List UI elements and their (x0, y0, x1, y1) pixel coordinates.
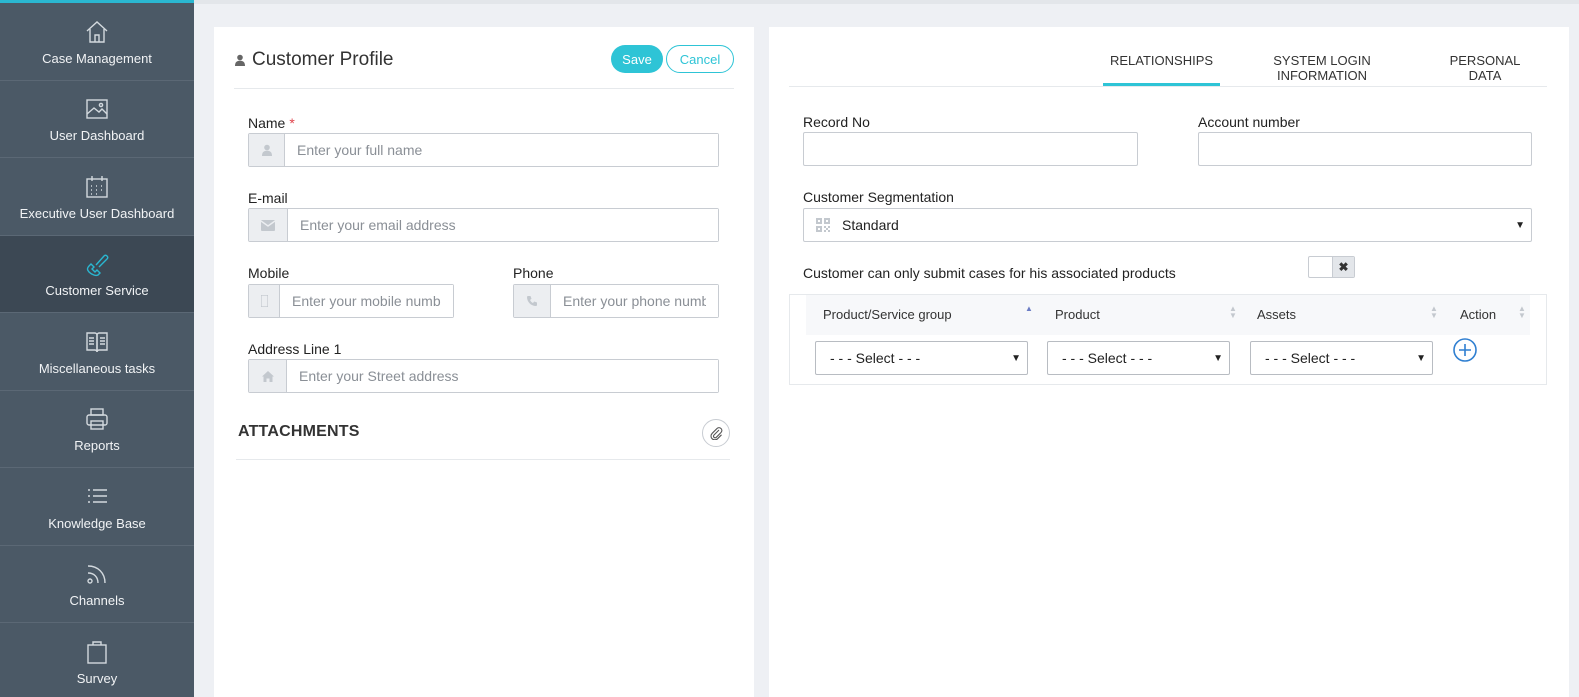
sidebar-item-miscellaneous-tasks[interactable]: Miscellaneous tasks (0, 313, 194, 391)
column-header-assets[interactable]: Assets (1257, 307, 1296, 322)
divider (236, 459, 730, 460)
assoc-products-label: Customer can only submit cases for his a… (803, 265, 1176, 281)
assoc-products-toggle[interactable]: ✖ (1308, 256, 1355, 278)
sidebar-item-case-management[interactable]: Case Management (0, 3, 194, 81)
calendar-icon (84, 172, 110, 202)
caret-down-icon: ▼ (1515, 219, 1525, 231)
add-row-button[interactable] (1452, 337, 1478, 363)
column-header-action: Action (1460, 307, 1497, 322)
sidebar: Case Management User Dashboard Executive… (0, 0, 194, 697)
name-label-text: Name (248, 115, 286, 131)
email-label: E-mail (248, 190, 288, 206)
sidebar-item-knowledge-base[interactable]: Knowledge Base (0, 468, 194, 546)
user-icon (235, 54, 245, 66)
address-label: Address Line 1 (248, 341, 342, 357)
sort-icon[interactable]: ▲ (1025, 305, 1033, 313)
envelope-icon (249, 209, 288, 241)
caret-down-icon: ▼ (1213, 352, 1223, 364)
required-marker: * (289, 115, 295, 131)
sidebar-item-label: User Dashboard (49, 128, 145, 144)
save-button[interactable]: Save (611, 45, 663, 73)
clipboard-icon (84, 637, 110, 667)
mobile-label: Mobile (248, 265, 290, 281)
list-icon (84, 482, 110, 512)
sidebar-item-label: Case Management (42, 50, 152, 66)
attach-button[interactable] (702, 419, 730, 447)
column-header-product[interactable]: Product (1055, 307, 1100, 322)
phone-field-group (513, 284, 719, 318)
record-no-label: Record No (803, 114, 870, 130)
sidebar-item-user-dashboard[interactable]: User Dashboard (0, 81, 194, 158)
select-value: - - - Select - - - (1062, 350, 1153, 366)
user-icon (249, 134, 285, 166)
segmentation-value: Standard (842, 217, 899, 233)
rss-icon (84, 559, 110, 589)
column-header-product-group[interactable]: Product/Service group (823, 307, 952, 322)
book-icon (84, 327, 110, 357)
home-icon (84, 17, 110, 47)
select-value: - - - Select - - - (1265, 350, 1356, 366)
product-select[interactable]: - - - Select - - - ▼ (1047, 341, 1230, 375)
sidebar-item-label: Miscellaneous tasks (38, 360, 156, 376)
tab-relationships[interactable]: RELATIONSHIPS (1103, 53, 1220, 86)
select-value: - - - Select - - - (830, 350, 921, 366)
name-label: Name * (248, 115, 295, 131)
sidebar-item-executive-user-dashboard[interactable]: Executive User Dashboard (0, 158, 194, 236)
phone-field[interactable] (551, 285, 718, 317)
sidebar-item-label: Knowledge Base (48, 515, 146, 531)
page-title: Customer Profile (234, 49, 394, 71)
account-number-field[interactable] (1198, 132, 1532, 166)
email-field-group (248, 208, 719, 242)
tab-bar: RELATIONSHIPS SYSTEM LOGIN INFORMATION P… (789, 47, 1547, 87)
product-group-select[interactable]: - - - Select - - - ▼ (815, 341, 1028, 375)
sort-icon[interactable]: ▲ ▼ (1229, 305, 1237, 320)
caret-down-icon: ▼ (1011, 352, 1021, 364)
sidebar-item-label: Channels (69, 593, 125, 609)
sidebar-item-label: Customer Service (45, 283, 149, 299)
phone-label: Phone (513, 265, 554, 281)
name-field[interactable] (285, 134, 718, 166)
home-icon (249, 360, 287, 392)
caret-down-icon: ▼ (1416, 352, 1426, 364)
top-strip (194, 0, 1579, 4)
customer-profile-panel: Customer Profile Save Cancel Name* E-mai… (214, 27, 754, 697)
products-table: Product/Service group ▲ Product ▲ ▼ Asset… (789, 294, 1547, 385)
phone-icon (84, 249, 110, 279)
sidebar-item-survey[interactable]: Survey (0, 623, 194, 697)
qr-code-icon (804, 218, 842, 232)
sidebar-item-reports[interactable]: Reports (0, 391, 194, 468)
assets-select[interactable]: - - - Select - - - ▼ (1250, 341, 1433, 375)
table-header: Product/Service group ▲ Product ▲ ▼ Asset… (806, 295, 1530, 335)
record-no-field[interactable] (803, 132, 1138, 166)
email-field[interactable] (288, 209, 718, 241)
mobile-icon (249, 285, 280, 317)
segmentation-select[interactable]: Standard ▼ (803, 208, 1532, 242)
tab-system-login-information[interactable]: SYSTEM LOGIN INFORMATION (1233, 53, 1411, 86)
printer-icon (84, 404, 110, 434)
mobile-field[interactable] (280, 285, 453, 317)
cancel-button[interactable]: Cancel (666, 45, 734, 73)
attachments-title: ATTACHMENTS (238, 423, 360, 440)
sidebar-item-customer-service[interactable]: Customer Service (0, 235, 194, 313)
paperclip-icon (709, 426, 722, 440)
sort-icon[interactable]: ▲ ▼ (1518, 305, 1526, 320)
sidebar-item-label: Reports (74, 438, 120, 454)
page-title-text: Customer Profile (252, 49, 394, 70)
sidebar-item-channels[interactable]: Channels (0, 546, 194, 623)
image-icon (84, 94, 110, 124)
address-field[interactable] (287, 360, 718, 392)
sidebar-item-label: Executive User Dashboard (19, 205, 175, 221)
name-field-group (248, 133, 719, 167)
profile-header: Customer Profile Save Cancel (234, 45, 734, 89)
relationships-panel: RELATIONSHIPS SYSTEM LOGIN INFORMATION P… (769, 27, 1569, 697)
tab-personal-data[interactable]: PERSONAL DATA (1434, 53, 1536, 86)
segmentation-label: Customer Segmentation (803, 189, 954, 205)
address-field-group (248, 359, 719, 393)
phone-icon (514, 285, 551, 317)
close-icon: ✖ (1332, 257, 1354, 277)
mobile-field-group (248, 284, 454, 318)
account-number-label: Account number (1198, 114, 1300, 130)
sort-icon[interactable]: ▲ ▼ (1430, 305, 1438, 320)
sidebar-item-label: Survey (76, 670, 118, 686)
